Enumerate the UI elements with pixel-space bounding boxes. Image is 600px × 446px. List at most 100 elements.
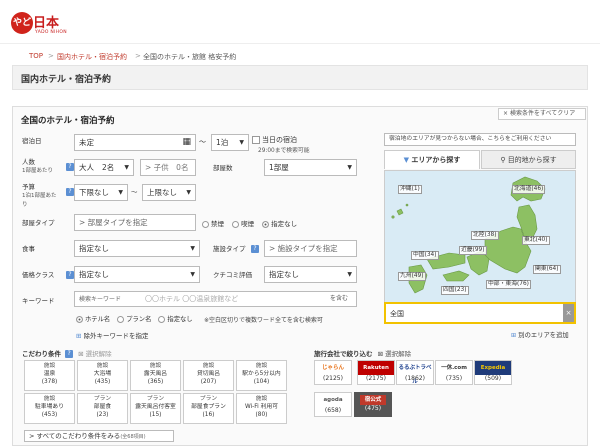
condition-count: (80) — [255, 412, 268, 418]
agents-reset[interactable]: ⊠ 選択解除 — [378, 350, 412, 358]
condition-tile[interactable]: 施設 温泉 (378) — [24, 360, 75, 391]
keyword-input[interactable]: 検索キーワード 〇〇ホテル 〇〇温泉旅館など を含む — [74, 291, 357, 307]
keyword-target-options: ホテル名 プラン名 指定なし — [76, 314, 193, 323]
area-notice[interactable]: 宿泊地のエリアが見つからない場合、こちらをご利用ください — [384, 133, 576, 146]
budget-min-select[interactable]: 下限なし ▼ — [74, 184, 128, 201]
region-label-chugoku[interactable]: 中国(34) — [411, 251, 439, 260]
children-select[interactable]: > 子供 0名 — [140, 159, 196, 176]
region-label-chubu[interactable]: 中部・東海(76) — [486, 280, 531, 289]
meal-select[interactable]: 指定なし ▼ — [74, 240, 200, 257]
price-select[interactable]: 指定なし ▼ — [74, 266, 200, 283]
calendar-icon[interactable]: ▦ — [182, 135, 191, 150]
condition-tile[interactable]: 施設 貸切風呂 (207) — [183, 360, 234, 391]
agent-filter[interactable]: Rakuten Travel (2175) — [357, 360, 395, 385]
adults-select[interactable]: 大人 2名 ▼ — [74, 159, 134, 176]
children-value: 子供 0名 — [153, 163, 189, 172]
help-icon[interactable]: ? — [251, 245, 259, 253]
condition-name: 駅から5分以内 — [242, 371, 281, 377]
checkin-date-field[interactable]: 未定 ▦ — [74, 134, 196, 151]
region-count: (64) — [546, 266, 559, 272]
condition-tile[interactable]: 施設 駅から5分以内 (104) — [236, 360, 287, 391]
radio-smoking[interactable] — [232, 220, 240, 228]
condition-count: (378) — [41, 379, 58, 385]
condition-cat: 施設 — [255, 396, 268, 402]
all-conditions-count: (全68項目) — [120, 434, 146, 440]
region-label-hokkaido[interactable]: 北海道(46) — [512, 185, 546, 194]
region-count: (1) — [411, 186, 420, 192]
exclude-keyword-label: 除外キーワードを指定 — [83, 332, 149, 340]
facility-select[interactable]: > 施設タイプを指定 — [264, 240, 357, 257]
sameday-option[interactable]: 当日の宿泊 — [252, 135, 297, 145]
budget-sublabel: 1泊1部屋あた — [22, 193, 57, 199]
help-icon[interactable]: ? — [65, 350, 74, 358]
chevron-down-icon: ▼ — [239, 139, 244, 146]
plan-name-label: プラン名 — [126, 316, 152, 323]
condition-tile[interactable]: プラン 露天風呂付客室 (15) — [130, 393, 181, 424]
conditions-reset[interactable]: ⊠ 選択解除 — [78, 350, 112, 358]
tab-destination[interactable]: ⚲ 目的地から探す — [481, 150, 576, 169]
region-label-hokuriku[interactable]: 北陸(38) — [471, 231, 499, 240]
condition-tile[interactable]: 施設 駐車場あり (453) — [24, 393, 75, 424]
tab-area[interactable]: ▼ エリアから探す — [384, 150, 480, 169]
smoke-any-label: 指定なし — [271, 220, 298, 228]
region-label-kanto[interactable]: 関東(64) — [533, 265, 561, 274]
radio-smoke-any[interactable] — [262, 220, 270, 228]
radio-nonsmoking[interactable] — [202, 220, 209, 228]
condition-tile[interactable]: 施設 露天風呂 (365) — [130, 360, 181, 391]
help-icon[interactable]: ? — [66, 188, 74, 196]
roomtype-select[interactable]: > 部屋タイプを指定 — [74, 214, 196, 231]
condition-tile[interactable]: プラン 部屋食 (23) — [77, 393, 128, 424]
breadcrumb-domestic[interactable]: 国内ホテル・宿泊予約 — [57, 52, 127, 62]
sameday-checkbox[interactable] — [252, 136, 260, 144]
agent-count: (658) — [324, 407, 342, 414]
agent-filter[interactable]: Expedia (509) — [474, 360, 512, 385]
roomtype-label: 部屋タイプ — [22, 219, 55, 227]
review-select[interactable]: 指定なし ▼ — [264, 266, 357, 283]
condition-cat: 施設 — [149, 363, 162, 369]
condition-tile[interactable]: 施設 大浴場 (435) — [77, 360, 128, 391]
logo-text[interactable]: 日本 — [33, 12, 59, 31]
region-label-kinki[interactable]: 近畿(99) — [459, 246, 487, 255]
region-count: (40) — [535, 237, 548, 243]
condition-cat: プラン — [199, 396, 218, 402]
agent-filter[interactable]: じゃらん (2125) — [314, 360, 352, 385]
logo-mark[interactable]: やど — [11, 12, 33, 34]
agent-count: (509) — [484, 375, 502, 382]
region-label-kyushu[interactable]: 九州(49) — [398, 272, 426, 281]
help-icon[interactable]: ? — [66, 271, 74, 279]
rooms-select[interactable]: 1部屋 ▼ — [264, 159, 357, 176]
add-area-link[interactable]: ⊞ 別のエリアを追加 — [511, 330, 569, 339]
keyword-hint: 検索キーワード — [79, 296, 122, 303]
agents-reset-label: 選択解除 — [385, 350, 412, 358]
all-conditions-button[interactable]: > すべてのこだわり条件をみる(全68項目) — [24, 430, 174, 442]
agent-filter[interactable]: agoda (658) — [314, 392, 352, 417]
radio-plan-name[interactable] — [117, 315, 125, 323]
page-title: 国内ホテル・宿泊予約 — [21, 75, 112, 85]
region-label-okinawa[interactable]: 沖縄(1) — [398, 185, 422, 194]
condition-name: 露天風呂 — [143, 371, 168, 377]
help-icon[interactable]: ? — [66, 163, 74, 171]
region-label-shikoku[interactable]: 四国(23) — [441, 286, 469, 295]
search-section-title: 全国のホテル・宿泊予約 — [21, 116, 115, 126]
radio-target-any[interactable] — [158, 315, 166, 323]
logo-subtext: YADO NIHON — [35, 30, 67, 35]
agent-filter[interactable]: るるぶトラベル (1862) — [396, 360, 434, 385]
nights-select[interactable]: 1泊 ▼ — [211, 134, 249, 151]
condition-tile[interactable]: 施設 Wi-Fi 利用可 (80) — [236, 393, 287, 424]
selected-area-field[interactable]: 全国 × — [384, 302, 576, 324]
close-icon[interactable]: × — [563, 304, 574, 322]
clear-all-button[interactable]: × 検索条件をすべてクリア — [498, 108, 586, 120]
budget-max-select[interactable]: 上限なし ▼ — [142, 184, 196, 201]
agent-filter[interactable]: 宿公式 (475) — [354, 392, 392, 417]
region-count: (76) — [517, 281, 529, 287]
agent-logo: るるぶトラベル — [398, 365, 432, 385]
region-label-tohoku[interactable]: 東北(40) — [522, 236, 550, 245]
people-label: 人数 1部屋あたり — [22, 158, 53, 175]
exclude-keyword-link[interactable]: ⊞ 除外キーワードを指定 — [76, 330, 149, 340]
agent-filter[interactable]: 一休.com (735) — [435, 360, 473, 385]
region-count: (49) — [411, 273, 424, 279]
map-region-shikoku — [442, 270, 470, 282]
radio-hotel-name[interactable] — [76, 315, 83, 323]
condition-tile[interactable]: プラン 部屋食プラン (16) — [183, 393, 234, 424]
breadcrumb-top[interactable]: TOP — [29, 52, 43, 60]
